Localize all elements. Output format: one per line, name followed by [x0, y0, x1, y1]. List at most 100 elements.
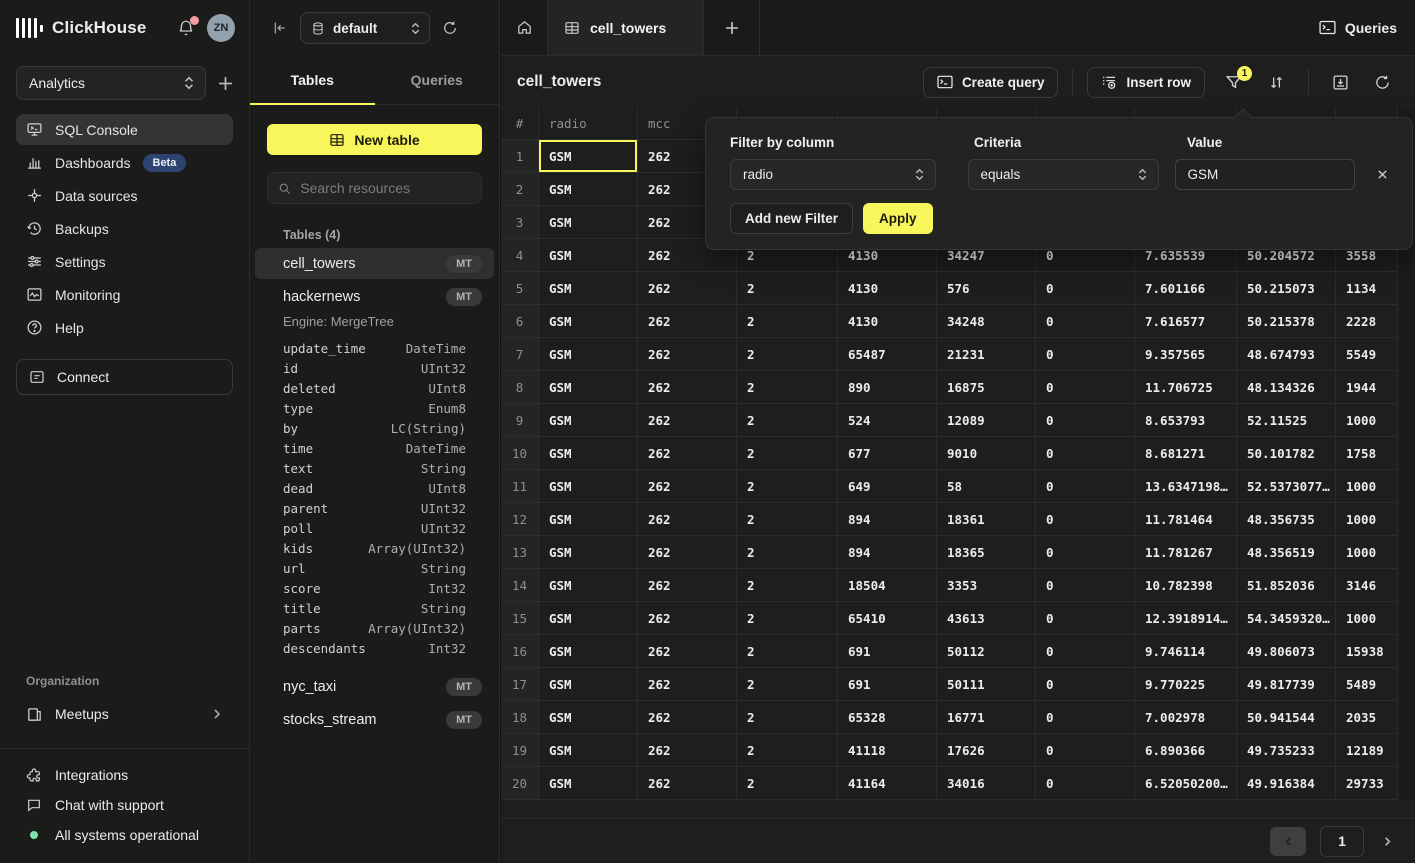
- table-cell[interactable]: 1000: [1336, 602, 1398, 635]
- table-cell[interactable]: 890: [838, 371, 937, 404]
- table-cell[interactable]: 48.356519: [1237, 536, 1336, 569]
- table-cell[interactable]: 0: [1036, 536, 1135, 569]
- database-select[interactable]: default: [300, 12, 430, 44]
- table-cell[interactable]: 262: [638, 470, 737, 503]
- filter-column-select[interactable]: radio: [730, 159, 936, 190]
- table-cell[interactable]: 2: [737, 701, 838, 734]
- filter-button[interactable]: 1: [1225, 73, 1243, 91]
- table-cell[interactable]: GSM: [539, 338, 638, 371]
- sidebar-item-data-sources[interactable]: Data sources: [16, 180, 233, 211]
- table-cell[interactable]: GSM: [539, 305, 638, 338]
- filter-value-field[interactable]: [1175, 159, 1355, 190]
- table-cell[interactable]: 50112: [937, 635, 1036, 668]
- table-cell[interactable]: 2: [737, 569, 838, 602]
- table-cell[interactable]: 0: [1036, 371, 1135, 404]
- sidebar-item-sql-console[interactable]: SQL Console: [16, 114, 233, 145]
- table-cell[interactable]: 691: [838, 635, 937, 668]
- table-cell[interactable]: GSM: [539, 668, 638, 701]
- table-cell[interactable]: 262: [638, 734, 737, 767]
- table-cell[interactable]: 29733: [1336, 767, 1398, 800]
- table-cell[interactable]: 262: [638, 404, 737, 437]
- integrations-link[interactable]: Integrations: [26, 767, 223, 783]
- table-cell[interactable]: 3353: [937, 569, 1036, 602]
- table-cell[interactable]: 2: [737, 668, 838, 701]
- filter-value-input[interactable]: [1188, 167, 1342, 182]
- table-cell[interactable]: 5549: [1336, 338, 1398, 371]
- table-cell[interactable]: 34016: [937, 767, 1036, 800]
- create-query-button[interactable]: Create query: [923, 67, 1059, 98]
- refresh-tables-icon[interactable]: [442, 20, 458, 36]
- table-cell[interactable]: 262: [638, 701, 737, 734]
- refresh-button[interactable]: [1374, 74, 1391, 91]
- table-cell[interactable]: GSM: [539, 239, 638, 272]
- table-cell[interactable]: 4130: [838, 272, 937, 305]
- notifications-bell-icon[interactable]: [177, 19, 195, 37]
- table-cell[interactable]: 2: [737, 437, 838, 470]
- sort-button[interactable]: [1268, 74, 1285, 91]
- apply-filter-button[interactable]: Apply: [863, 203, 933, 234]
- table-cell[interactable]: 2: [737, 371, 838, 404]
- table-cell[interactable]: 1134: [1336, 272, 1398, 305]
- table-cell[interactable]: 6.52050200…: [1135, 767, 1237, 800]
- table-cell[interactable]: 9.357565: [1135, 338, 1237, 371]
- table-cell[interactable]: 65487: [838, 338, 937, 371]
- sidebar-item-settings[interactable]: Settings: [16, 246, 233, 277]
- avatar[interactable]: ZN: [207, 14, 235, 42]
- table-cell[interactable]: 51.852036: [1237, 569, 1336, 602]
- table-cell[interactable]: 0: [1036, 272, 1135, 305]
- table-cell[interactable]: 41118: [838, 734, 937, 767]
- table-cell[interactable]: 18361: [937, 503, 1036, 536]
- sidebar-item-help[interactable]: Help: [16, 312, 233, 343]
- table-cell[interactable]: 3146: [1336, 569, 1398, 602]
- table-cell[interactable]: 0: [1036, 437, 1135, 470]
- table-cell[interactable]: 10.782398: [1135, 569, 1237, 602]
- table-cell[interactable]: 2: [737, 404, 838, 437]
- table-cell[interactable]: 65328: [838, 701, 937, 734]
- table-cell[interactable]: GSM: [539, 635, 638, 668]
- table-cell[interactable]: GSM: [539, 569, 638, 602]
- table-cell[interactable]: GSM: [539, 536, 638, 569]
- table-cell[interactable]: 18365: [937, 536, 1036, 569]
- sidebar-item-dashboards[interactable]: Dashboards Beta: [16, 147, 233, 178]
- workspace-select[interactable]: Analytics: [16, 66, 206, 100]
- table-cell[interactable]: 50.215378: [1237, 305, 1336, 338]
- table-cell[interactable]: 7.601166: [1135, 272, 1237, 305]
- table-cell[interactable]: 0: [1036, 734, 1135, 767]
- table-cell[interactable]: 6.890366: [1135, 734, 1237, 767]
- table-cell[interactable]: 262: [638, 437, 737, 470]
- table-cell[interactable]: 21231: [937, 338, 1036, 371]
- home-tab[interactable]: [501, 0, 548, 55]
- table-cell[interactable]: 15938: [1336, 635, 1398, 668]
- table-cell[interactable]: 649: [838, 470, 937, 503]
- table-cell[interactable]: 262: [638, 272, 737, 305]
- sidebar-item-monitoring[interactable]: Monitoring: [16, 279, 233, 310]
- table-item-nyc-taxi[interactable]: nyc_taxi MT: [255, 671, 494, 702]
- table-cell[interactable]: GSM: [539, 140, 638, 173]
- table-cell[interactable]: GSM: [539, 272, 638, 305]
- table-cell[interactable]: GSM: [539, 371, 638, 404]
- table-cell[interactable]: 0: [1036, 404, 1135, 437]
- table-cell[interactable]: 16875: [937, 371, 1036, 404]
- table-cell[interactable]: 5489: [1336, 668, 1398, 701]
- table-cell[interactable]: 11.706725: [1135, 371, 1237, 404]
- table-cell[interactable]: 0: [1036, 338, 1135, 371]
- table-cell[interactable]: 2: [737, 470, 838, 503]
- table-cell[interactable]: 48.134326: [1237, 371, 1336, 404]
- table-cell[interactable]: 8.653793: [1135, 404, 1237, 437]
- table-cell[interactable]: GSM: [539, 701, 638, 734]
- table-cell[interactable]: 1000: [1336, 470, 1398, 503]
- table-cell[interactable]: 0: [1036, 503, 1135, 536]
- table-cell[interactable]: GSM: [539, 470, 638, 503]
- table-cell[interactable]: 18504: [838, 569, 937, 602]
- table-cell[interactable]: 262: [638, 338, 737, 371]
- table-cell[interactable]: 0: [1036, 305, 1135, 338]
- table-cell[interactable]: 8.681271: [1135, 437, 1237, 470]
- table-cell[interactable]: 1944: [1336, 371, 1398, 404]
- table-cell[interactable]: GSM: [539, 767, 638, 800]
- table-cell[interactable]: 49.916384: [1237, 767, 1336, 800]
- table-cell[interactable]: 262: [638, 635, 737, 668]
- table-cell[interactable]: 58: [937, 470, 1036, 503]
- next-page-button[interactable]: [1378, 832, 1397, 851]
- table-cell[interactable]: 1000: [1336, 404, 1398, 437]
- queries-button[interactable]: Queries: [1301, 0, 1415, 55]
